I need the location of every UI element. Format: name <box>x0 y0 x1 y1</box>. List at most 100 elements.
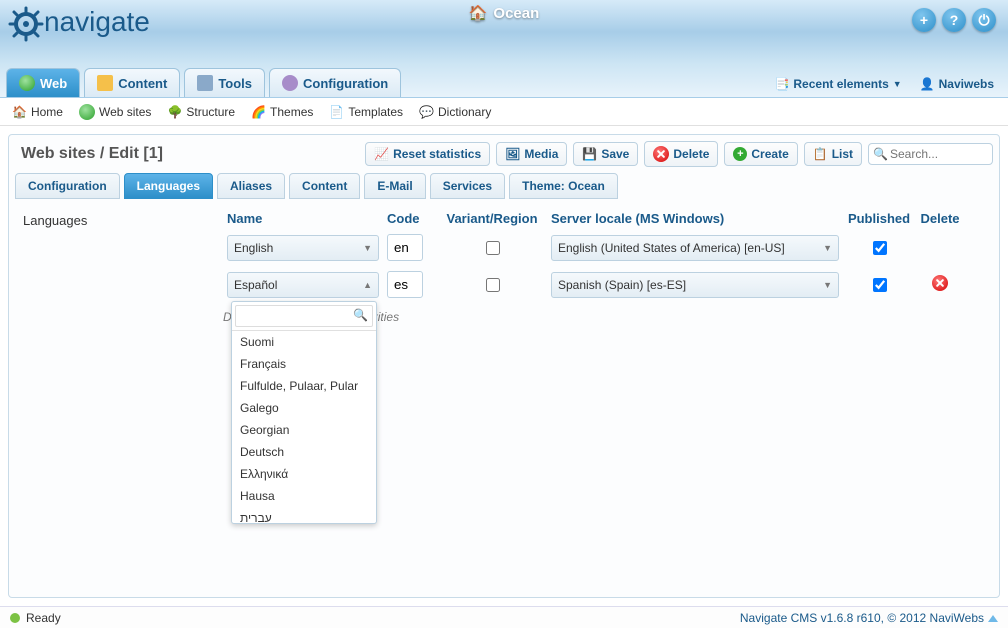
recent-label: Recent elements <box>793 77 888 91</box>
home-icon: 🏠 <box>469 4 488 22</box>
status-company[interactable]: NaviWebs <box>930 611 984 625</box>
header-variant: Variant/Region <box>437 211 547 226</box>
rainbow-icon: 🌈 <box>251 105 266 119</box>
code-input[interactable] <box>387 234 423 261</box>
status-dot-icon <box>10 613 20 623</box>
tab-content[interactable]: Content <box>84 68 180 97</box>
logo: navigate <box>6 0 150 44</box>
pencil-icon <box>97 75 113 91</box>
status-bar: Ready Navigate CMS v1.6.8 r610, © 2012 N… <box>0 606 1008 628</box>
tab-web-label: Web <box>40 76 67 91</box>
search-input[interactable] <box>888 146 988 162</box>
save-button[interactable]: 💾Save <box>573 142 638 166</box>
triangle-up-icon[interactable] <box>988 615 998 622</box>
tab-web[interactable]: Web <box>6 68 80 97</box>
dropdown-option[interactable]: Suomi <box>232 331 376 353</box>
recent-elements-link[interactable]: 📑 Recent elements ▼ <box>774 77 901 91</box>
page-title: Web sites / Edit [1] <box>15 141 169 167</box>
subnav-websites-label: Web sites <box>99 105 151 119</box>
help-button[interactable]: ? <box>942 8 966 32</box>
subnav-templates[interactable]: 📄Templates <box>329 105 403 119</box>
name-select-open[interactable]: Español▲ <box>227 272 379 298</box>
tab-services[interactable]: Services <box>430 173 505 199</box>
image-icon: 🖼 <box>505 147 520 161</box>
status-product[interactable]: Navigate CMS <box>740 611 817 625</box>
reset-statistics-button[interactable]: 📈 Reset statistics <box>365 142 490 166</box>
delete-row-button[interactable] <box>932 275 948 291</box>
dropdown-option[interactable]: Fulfulde, Pulaar, Pular <box>232 375 376 397</box>
delete-icon <box>653 146 669 162</box>
list-button[interactable]: 📋List <box>804 142 862 166</box>
home-icon: 🏠 <box>12 105 27 119</box>
dropdown-option[interactable]: Français <box>232 353 376 375</box>
tab-content-section[interactable]: Content <box>289 173 360 199</box>
dropdown-option[interactable]: עברית <box>232 507 376 523</box>
dropdown-option[interactable]: Ελληνικά <box>232 463 376 485</box>
status-left: Ready <box>10 611 61 625</box>
tab-tools[interactable]: Tools <box>184 68 265 97</box>
delete-button[interactable]: Delete <box>644 141 718 167</box>
tab-email[interactable]: E-Mail <box>364 173 425 199</box>
save-label: Save <box>601 147 629 161</box>
user-link[interactable]: 👤Naviwebs <box>920 77 994 91</box>
subnav-dictionary[interactable]: 💬Dictionary <box>419 105 491 119</box>
section-label: Languages <box>23 211 223 308</box>
published-checkbox[interactable] <box>873 278 887 292</box>
dropdown-option[interactable]: Hausa <box>232 485 376 507</box>
dropdown-list[interactable]: Suomi Français Fulfulde, Pulaar, Pular G… <box>232 331 376 523</box>
create-button[interactable]: +Create <box>724 142 797 166</box>
tab-configuration[interactable]: Configuration <box>15 173 120 199</box>
locale-select[interactable]: Spanish (Spain) [es-ES]▼ <box>551 272 839 298</box>
search-icon: 🔍 <box>353 308 368 322</box>
name-select[interactable]: English▼ <box>227 235 379 261</box>
main-tabs: Web Content Tools Configuration 📑 Recent … <box>0 64 1008 98</box>
chart-icon: 📈 <box>374 147 389 161</box>
variant-checkbox[interactable] <box>486 278 500 292</box>
dropdown-option[interactable]: Georgian <box>232 419 376 441</box>
tab-languages[interactable]: Languages <box>124 173 213 199</box>
subnav-themes[interactable]: 🌈 Themes <box>251 105 313 119</box>
subnav-home[interactable]: 🏠Home <box>12 105 63 119</box>
subnav-structure[interactable]: 🌳Structure <box>167 105 235 119</box>
search-icon: 🔍 <box>873 147 888 161</box>
title-text: Ocean <box>493 5 539 22</box>
recent-icon: 📑 <box>774 77 789 91</box>
title-badge: 🏠 Ocean <box>469 4 540 22</box>
tab-aliases[interactable]: Aliases <box>217 173 285 199</box>
chevron-down-icon: ▼ <box>893 79 902 89</box>
locale-select[interactable]: English (United States of America) [en-U… <box>551 235 839 261</box>
chevron-down-icon: ▼ <box>823 243 832 253</box>
published-checkbox[interactable] <box>873 241 887 255</box>
globe-icon <box>19 75 35 91</box>
doc-icon: 📄 <box>329 105 344 119</box>
content-area: Web sites / Edit [1] 📈 Reset statistics 🖼… <box>0 126 1008 606</box>
user-icon: 👤 <box>920 77 935 91</box>
subnav-themes-label: Themes <box>270 105 313 119</box>
list-label: List <box>832 147 853 161</box>
tab-theme[interactable]: Theme: Ocean <box>509 173 618 199</box>
gear-icon <box>282 75 298 91</box>
reset-label: Reset statistics <box>393 147 481 161</box>
variant-checkbox[interactable] <box>486 241 500 255</box>
locale-value: Spanish (Spain) [es-ES] <box>558 278 686 292</box>
language-row[interactable]: Español▲ Spanish (Spain) [es-ES]▼ <box>223 271 985 298</box>
status-version: v1.6.8 r610 <box>821 611 881 625</box>
language-row[interactable]: English▼ English (United States of Ameri… <box>223 234 985 261</box>
search-box: 🔍 <box>868 143 993 165</box>
header-actions: + ? ⏻ <box>912 8 996 32</box>
dropdown-option[interactable]: Galego <box>232 397 376 419</box>
tab-configuration[interactable]: Configuration <box>269 68 401 97</box>
code-input[interactable] <box>387 271 423 298</box>
locale-value: English (United States of America) [en-U… <box>558 241 785 255</box>
add-button[interactable]: + <box>912 8 936 32</box>
logo-wheel-icon <box>6 4 46 44</box>
subnav-websites[interactable]: Web sites <box>79 104 151 120</box>
dropdown-search-wrap: 🔍 <box>232 302 376 331</box>
dropdown-option[interactable]: Deutsch <box>232 441 376 463</box>
globe-icon <box>79 104 95 120</box>
power-button[interactable]: ⏻ <box>972 8 996 32</box>
header-right-links: 📑 Recent elements ▼ 👤Naviwebs <box>774 77 1002 97</box>
header-locale: Server locale (MS Windows) <box>547 211 843 226</box>
media-button[interactable]: 🖼Media <box>496 142 567 166</box>
status-right: Navigate CMS v1.6.8 r610, © 2012 NaviWeb… <box>740 611 998 625</box>
